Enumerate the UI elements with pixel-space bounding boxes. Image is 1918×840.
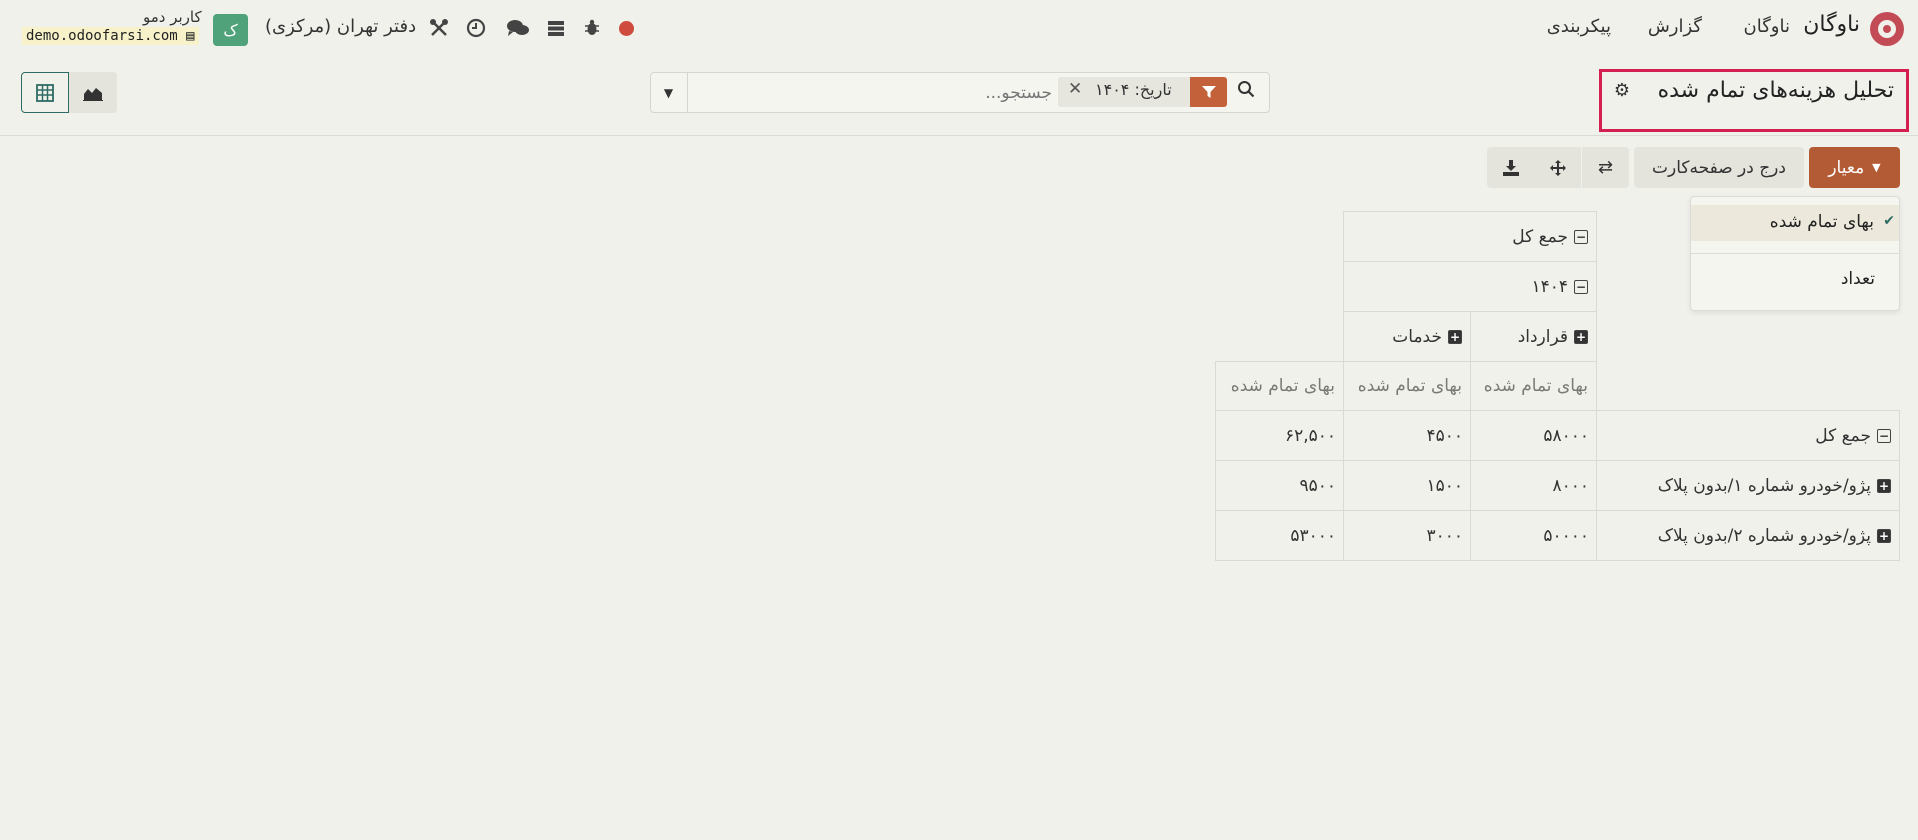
table-cell[interactable]: ۸۰۰۰ — [1470, 460, 1597, 511]
company-switcher[interactable]: دفتر تهران (مرکزی) — [265, 16, 416, 37]
top-navbar: ناوگان ناوگان گزارش پیکربندی دفتر تهران … — [0, 0, 1918, 58]
search-options-toggle[interactable]: ▼ — [650, 72, 688, 113]
row-header-vehicle-1-label: پژو/خودرو شماره ۱/بدون پلاک — [1657, 475, 1871, 496]
minus-square-icon: − — [1877, 428, 1891, 443]
username[interactable]: کاربر دمو — [143, 8, 202, 26]
table-cell[interactable]: ۹۵۰۰ — [1215, 460, 1344, 511]
plus-square-icon: + — [1448, 329, 1462, 344]
measure-header[interactable]: بهای تمام شده — [1215, 361, 1344, 411]
col-header-total[interactable]: − جمع کل — [1343, 211, 1597, 262]
chat-icon[interactable] — [506, 18, 530, 38]
tools-icon[interactable] — [429, 18, 449, 38]
table-cell[interactable]: ۵۳۰۰۰ — [1215, 510, 1344, 561]
col-header-contract-label: قرارداد — [1517, 326, 1568, 347]
database-icon[interactable] — [546, 18, 566, 38]
measure-header[interactable]: بهای تمام شده — [1470, 361, 1597, 411]
database-name-text: demo.odoofarsi.com — [26, 28, 178, 44]
minus-square-icon: − — [1574, 279, 1588, 294]
app-icon[interactable] — [1870, 12, 1904, 46]
database-name: demo.odoofarsi.com ▤ — [22, 27, 199, 45]
expand-all-button[interactable] — [1534, 147, 1581, 188]
swap-icon: ⇄ — [1597, 157, 1614, 178]
menu-reporting[interactable]: گزارش — [1648, 16, 1702, 37]
col-header-contract[interactable]: + قرارداد — [1470, 311, 1597, 362]
insert-in-spreadsheet-button[interactable]: درج در صفحه‌کارت — [1634, 147, 1804, 188]
avatar[interactable]: ک — [213, 14, 248, 46]
row-header-vehicle-2[interactable]: + پژو/خودرو شماره ۲/بدون پلاک — [1596, 510, 1900, 561]
flip-axis-button[interactable]: ⇄ — [1582, 147, 1629, 188]
filter-icon — [1190, 77, 1227, 107]
table-icon — [36, 83, 54, 102]
search-input[interactable] — [690, 73, 1060, 112]
record-icon[interactable] — [619, 21, 634, 36]
gear-icon[interactable]: ⚙ — [1614, 80, 1630, 101]
table-cell[interactable]: ۱۵۰۰ — [1343, 460, 1471, 511]
database-icon: ▤ — [186, 28, 195, 44]
check-icon: ✔ — [1883, 213, 1895, 229]
area-chart-icon — [83, 87, 103, 101]
arrows-icon — [1549, 159, 1566, 176]
measure-item-cost-label[interactable]: بهای تمام شده — [1770, 212, 1874, 232]
row-header-vehicle-2-label: پژو/خودرو شماره ۲/بدون پلاک — [1657, 525, 1871, 546]
minus-square-icon: − — [1574, 229, 1588, 244]
measures-button[interactable]: معیار ▼ — [1809, 147, 1900, 188]
bug-icon[interactable] — [582, 18, 602, 38]
measure-header[interactable]: بهای تمام شده — [1343, 361, 1471, 411]
download-icon — [1502, 159, 1519, 176]
measures-label: معیار — [1828, 157, 1865, 178]
clock-icon[interactable] — [466, 18, 486, 38]
page-title: تحلیل هزینه‌های تمام شده — [1657, 78, 1894, 103]
caret-down-icon: ▼ — [1872, 161, 1881, 174]
menu-fleet[interactable]: ناوگان — [1744, 16, 1790, 37]
row-header-vehicle-1[interactable]: + پژو/خودرو شماره ۱/بدون پلاک — [1596, 460, 1900, 511]
pivot-view-button[interactable] — [21, 72, 69, 113]
plus-square-icon: + — [1574, 329, 1588, 344]
measure-item-count[interactable]: تعداد — [1841, 269, 1875, 289]
graph-view-button[interactable] — [69, 72, 117, 113]
table-cell[interactable]: ۵۸۰۰۰ — [1470, 410, 1597, 461]
row-header-total[interactable]: − جمع کل — [1596, 410, 1900, 461]
col-header-total-label: جمع کل — [1512, 226, 1568, 247]
col-header-year-label: ۱۴۰۴ — [1531, 276, 1568, 297]
row-header-total-label: جمع کل — [1815, 425, 1871, 446]
menu-configuration[interactable]: پیکربندی — [1547, 16, 1611, 37]
download-button[interactable] — [1487, 147, 1534, 188]
facet-label: تاریخ: ۱۴۰۴ — [1095, 80, 1172, 99]
plus-square-icon: + — [1877, 478, 1891, 493]
search-icon[interactable] — [1237, 80, 1255, 103]
col-header-services-label: خدمات — [1392, 326, 1442, 347]
col-header-services[interactable]: + خدمات — [1343, 311, 1471, 362]
close-icon[interactable]: ✕ — [1068, 79, 1082, 99]
table-cell[interactable]: ۵۰۰۰۰ — [1470, 510, 1597, 561]
dropdown-divider — [1691, 253, 1899, 254]
table-cell[interactable]: ۳۰۰۰ — [1343, 510, 1471, 561]
table-cell[interactable]: ۶۲,۵۰۰ — [1215, 410, 1344, 461]
table-cell[interactable]: ۴۵۰۰ — [1343, 410, 1471, 461]
col-header-year[interactable]: −۱۴۰۴ — [1343, 261, 1597, 312]
nav-brand[interactable]: ناوگان — [1803, 12, 1860, 37]
divider — [0, 135, 1918, 136]
plus-square-icon: + — [1877, 528, 1891, 543]
